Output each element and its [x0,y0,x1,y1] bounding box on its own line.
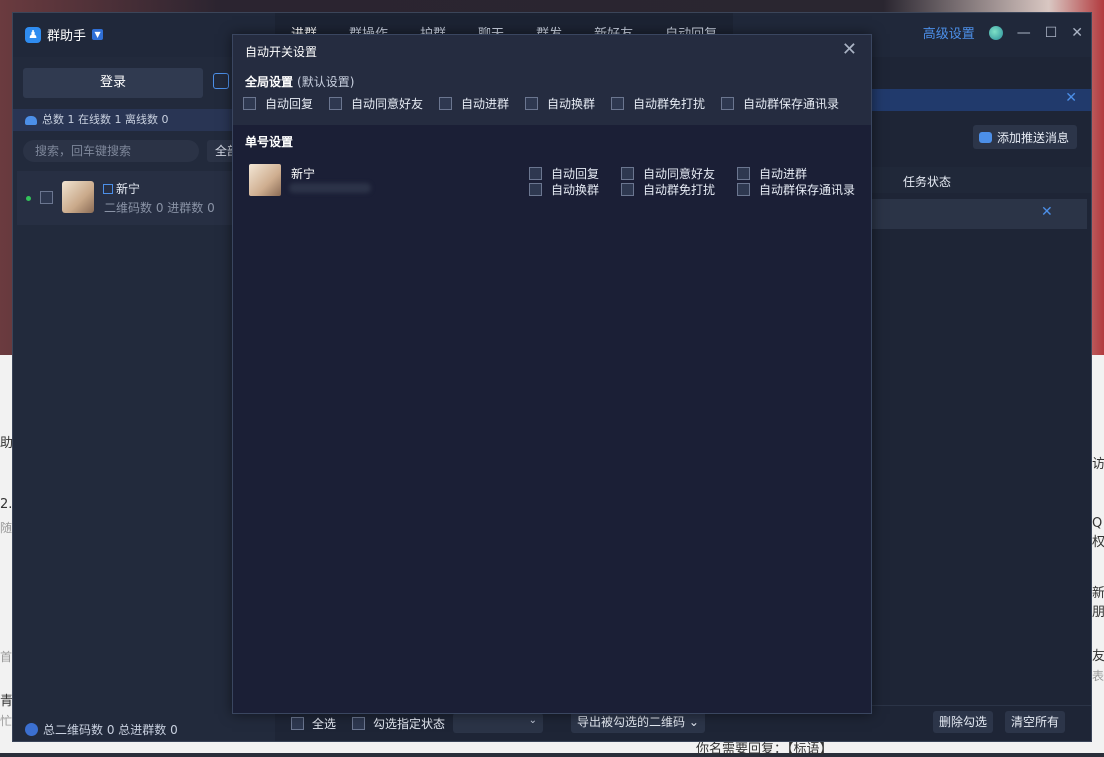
global-settings-title: 全局设置 (默认设置) [245,73,354,90]
bg-text: 表 [1092,669,1104,683]
single-auto-accept-friends[interactable]: 自动同意好友 [621,165,715,182]
dialog-title: 自动开关设置 [245,45,318,59]
close-icon[interactable]: ✕ [1071,25,1083,41]
column-task-status: 任务状态 [903,175,952,189]
chevron-down-icon[interactable]: ▼ [92,29,104,40]
message-icon [978,131,992,143]
option-label: 自动进群 [759,167,808,181]
left-footer: 总二维码数 0 总进群数 0 [25,721,178,738]
delete-checked-button[interactable]: 删除勾选 [933,711,994,733]
select-all[interactable]: 全选 [291,715,336,732]
check-status-label: 勾选指定状态 [373,717,446,731]
global-settings-section: 全局设置 (默认设置) 自动回复 自动同意好友 自动进群 自动换群 自动群免打扰 … [233,65,871,125]
global-auto-switch-group[interactable]: 自动换群 [525,95,595,112]
checkbox[interactable] [529,167,542,180]
option-label: 自动换群 [551,183,600,197]
chevron-down-icon: ⌄ [528,715,537,726]
bg-text: 访 [1092,457,1104,472]
checkbox[interactable] [525,97,538,110]
bg-text: 友 [1092,649,1104,664]
checkbox[interactable] [737,167,750,180]
qr-scan-icon[interactable] [213,73,229,89]
dialog-header: 自动开关设置 ✕ [233,35,871,65]
bg-text: 新朋 [1092,586,1104,620]
chevron-down-icon: ⌄ [688,715,699,729]
remove-row-icon[interactable]: ✕ [1041,204,1053,220]
select-all-label: 全选 [312,717,337,731]
add-push-message-button[interactable]: 添加推送消息 [972,125,1077,149]
online-status-dot [26,196,31,201]
bg-text: 随 [0,521,13,535]
bg-text: 忙 [0,714,13,728]
users-icon [25,115,37,125]
advanced-settings-link[interactable]: 高级设置 [923,23,975,42]
summary-text: 总二维码数 0 总进群数 0 [43,723,178,737]
checkbox[interactable] [529,183,542,196]
single-auto-save-contacts[interactable]: 自动群保存通讯录 [737,181,855,198]
account-counts: 二维码数 0 进群数 0 [104,201,215,215]
checkbox[interactable] [737,183,750,196]
option-label: 自动回复 [265,97,314,111]
window-controls: 高级设置 — ☐ ✕ [923,23,1083,43]
option-label: 自动群保存通讯录 [759,183,856,197]
option-label: 自动进群 [461,97,510,111]
bg-text: 首 [0,650,13,664]
minimize-icon[interactable]: — [1017,25,1031,41]
account-name: 新宁 [291,167,316,181]
blurred-account-id [289,183,371,193]
single-auto-mute-group[interactable]: 自动群免打扰 [621,181,715,198]
status-select[interactable]: ⌄ [453,713,543,733]
option-label: 自动群保存通讯录 [743,97,840,111]
globe-icon[interactable] [988,25,1003,40]
checkbox[interactable] [439,97,452,110]
export-label: 导出被勾选的二维码 [577,715,686,729]
app-title: 群助手 [47,29,87,44]
global-auto-mute-group[interactable]: 自动群免打扰 [611,95,705,112]
option-label: 自动同意好友 [643,167,716,181]
check-status-checkbox[interactable] [352,717,365,730]
checkbox[interactable] [721,97,734,110]
search-input[interactable]: 搜索，回车键搜索 [23,140,199,162]
checkbox[interactable] [243,97,256,110]
summary-icon [25,723,38,736]
global-note: (默认设置) [297,75,355,89]
checkbox[interactable] [329,97,342,110]
account-name: 新宁 [116,182,141,196]
maximize-icon[interactable]: ☐ [1045,25,1058,41]
account-checkbox[interactable] [40,191,53,204]
avatar [62,181,94,213]
edit-icon[interactable] [103,184,113,194]
option-label: 自动换群 [547,97,596,111]
single-auto-join-group[interactable]: 自动进群 [737,165,807,182]
single-auto-switch-group[interactable]: 自动换群 [529,181,599,198]
global-auto-reply[interactable]: 自动回复 [243,95,313,112]
checkbox[interactable] [621,183,634,196]
export-qr-button[interactable]: 导出被勾选的二维码 ⌄ [571,711,705,733]
bg-text: Q权 [1092,516,1104,550]
option-label: 自动群免打扰 [643,183,716,197]
close-icon[interactable]: ✕ [842,39,857,60]
checkbox[interactable] [621,167,634,180]
option-label: 自动同意好友 [351,97,424,111]
auto-switch-dialog: 自动开关设置 ✕ 全局设置 (默认设置) 自动回复 自动同意好友 自动进群 自动换… [232,34,872,714]
single-settings-title: 单号设置 [245,135,294,149]
app-brand[interactable]: ♟ 群助手 ▼ [25,25,104,44]
login-button[interactable]: 登录 [23,68,203,98]
global-auto-save-contacts[interactable]: 自动群保存通讯录 [721,95,839,112]
clear-all-button[interactable]: 清空所有 [1005,711,1066,733]
checkbox[interactable] [611,97,624,110]
avatar [249,164,281,196]
global-title-text: 全局设置 [245,75,294,89]
option-label: 自动群免打扰 [633,97,706,111]
global-auto-join-group[interactable]: 自动进群 [439,95,509,112]
push-label: 添加推送消息 [996,130,1069,145]
close-icon[interactable]: ✕ [1065,90,1077,106]
app-logo-icon: ♟ [25,26,41,43]
stats-text: 总数 1 在线数 1 离线数 0 [42,113,169,126]
check-by-status[interactable]: 勾选指定状态 [352,715,445,732]
global-auto-accept-friends[interactable]: 自动同意好友 [329,95,423,112]
single-auto-reply[interactable]: 自动回复 [529,165,599,182]
option-label: 自动回复 [551,167,600,181]
select-all-checkbox[interactable] [291,717,304,730]
